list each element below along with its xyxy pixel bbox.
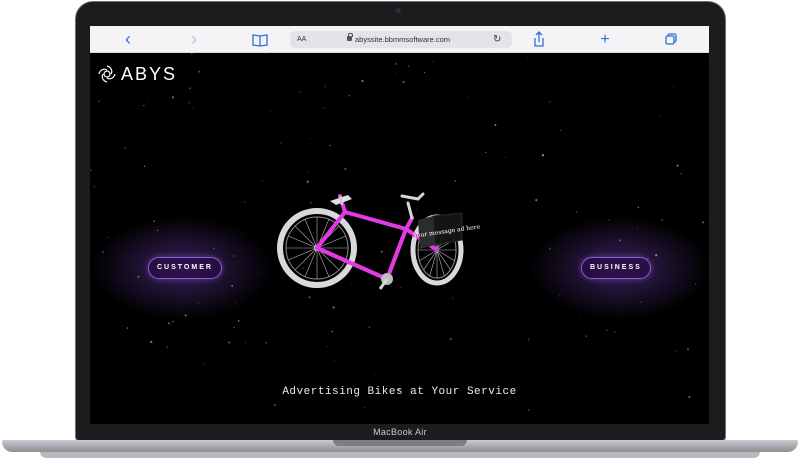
device-model-label: MacBook Air [373,427,427,437]
seat [330,195,352,206]
wheel-spoke [294,247,318,271]
camera-icon [396,8,401,13]
browser-toolbar: ‹ › AA abyssite.bbmmsoftware.com ↻ + [90,26,709,53]
laptop-mockup: ‹ › AA abyssite.bbmmsoftware.com ↻ + ABY… [0,0,800,467]
handlebar [400,192,425,220]
business-button[interactable]: BUSINESS [581,257,651,279]
wheel-spoke [423,249,438,270]
laptop-screen: ‹ › AA abyssite.bbmmsoftware.com ↻ + ABY… [90,26,709,424]
reader-aa-button[interactable]: AA [297,31,306,48]
laptop-base-shadow [40,452,760,458]
share-icon[interactable] [529,26,549,53]
lock-icon [347,33,353,41]
address-bar[interactable]: AA abyssite.bbmmsoftware.com ↻ [290,31,512,48]
tagline: Advertising Bikes at Your Service [282,386,517,398]
url-text: abyssite.bbmmsoftware.com [355,35,451,44]
forward-icon[interactable]: › [184,26,204,53]
new-tab-icon[interactable]: + [595,26,615,53]
laptop-base-notch [333,440,467,446]
bike-illustration: Your message ad here [277,192,481,290]
wheel-spoke [436,249,451,270]
reload-icon[interactable]: ↻ [493,31,501,48]
book-icon[interactable] [250,26,270,53]
wheel-spoke [294,225,318,249]
tabs-icon[interactable] [661,26,681,53]
customer-button[interactable]: CUSTOMER [148,257,222,279]
back-icon[interactable]: ‹ [118,26,138,53]
website-page: ABYS Your message ad here CUSTOMER BUSIN… [90,53,709,424]
